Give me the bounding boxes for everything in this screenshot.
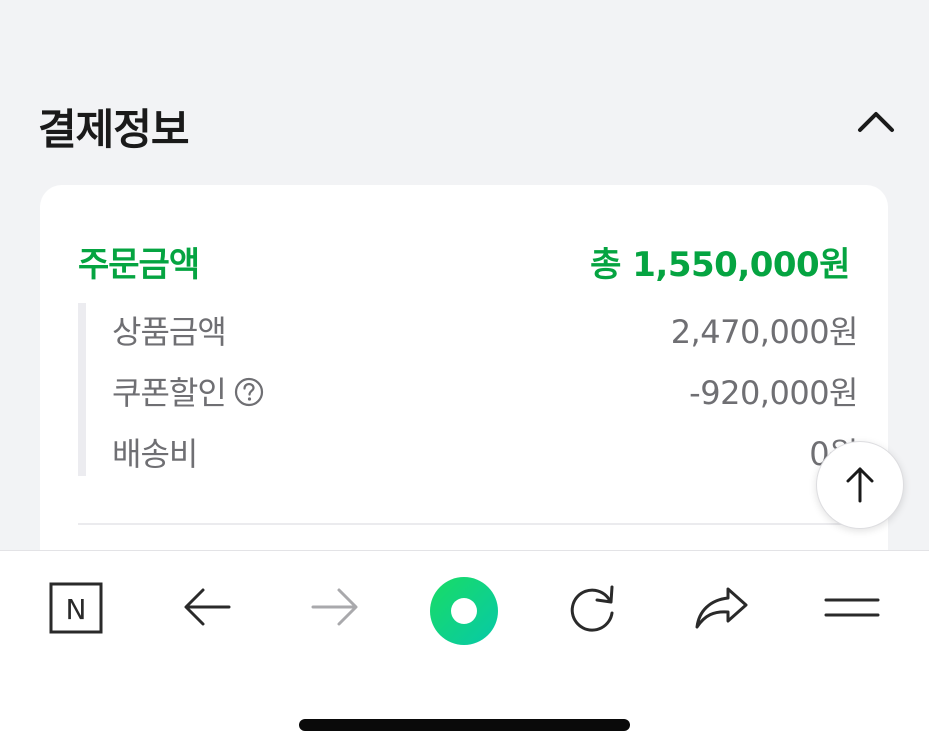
amount-details: 상품금액 2,470,000원 쿠폰할인 -920,000원 배송비 xyxy=(78,303,859,477)
order-amount-label: 주문금액 xyxy=(78,245,200,285)
order-amount-row: 주문금액 총 1,550,000원 xyxy=(78,237,850,287)
share-icon[interactable] xyxy=(690,575,754,639)
green-dot-icon[interactable] xyxy=(428,575,500,647)
menu-icon[interactable] xyxy=(820,575,884,639)
naver-home-label: N xyxy=(66,593,87,626)
naver-home-icon[interactable]: N xyxy=(44,575,108,639)
coupon-discount-value: -920,000원 xyxy=(689,374,858,412)
payment-info-header[interactable]: 결제정보 xyxy=(38,92,898,154)
chevron-up-icon[interactable] xyxy=(854,100,898,144)
coupon-discount-label: 쿠폰할인 xyxy=(112,374,227,412)
product-amount-value: 2,470,000원 xyxy=(670,313,859,351)
coupon-discount-label-wrap: 쿠폰할인 xyxy=(112,368,264,414)
shipping-fee-label: 배송비 xyxy=(112,435,198,473)
scroll-to-top-button[interactable] xyxy=(816,441,904,529)
product-amount-row: 상품금액 2,470,000원 xyxy=(112,307,859,355)
forward-arrow-icon[interactable] xyxy=(303,575,367,639)
browser-toolbar: N xyxy=(0,550,929,750)
question-circle-icon[interactable] xyxy=(234,377,264,407)
coupon-discount-row: 쿠폰할인 -920,000원 xyxy=(112,368,858,416)
section-title: 결제정보 xyxy=(38,105,190,154)
arrow-up-icon xyxy=(846,467,874,503)
payment-card: 주문금액 총 1,550,000원 상품금액 2,470,000원 쿠폰할인 -… xyxy=(40,185,888,605)
card-divider xyxy=(78,523,850,525)
home-indicator[interactable] xyxy=(299,719,630,731)
payment-page: 결제정보 주문금액 총 1,550,000원 상품금액 2,470,000원 쿠… xyxy=(0,0,929,750)
refresh-icon[interactable] xyxy=(560,575,624,639)
shipping-fee-row: 배송비 0원 xyxy=(112,429,858,477)
order-total-value: 총 1,550,000원 xyxy=(590,245,850,285)
product-amount-label: 상품금액 xyxy=(112,313,227,351)
back-arrow-icon[interactable] xyxy=(175,575,239,639)
